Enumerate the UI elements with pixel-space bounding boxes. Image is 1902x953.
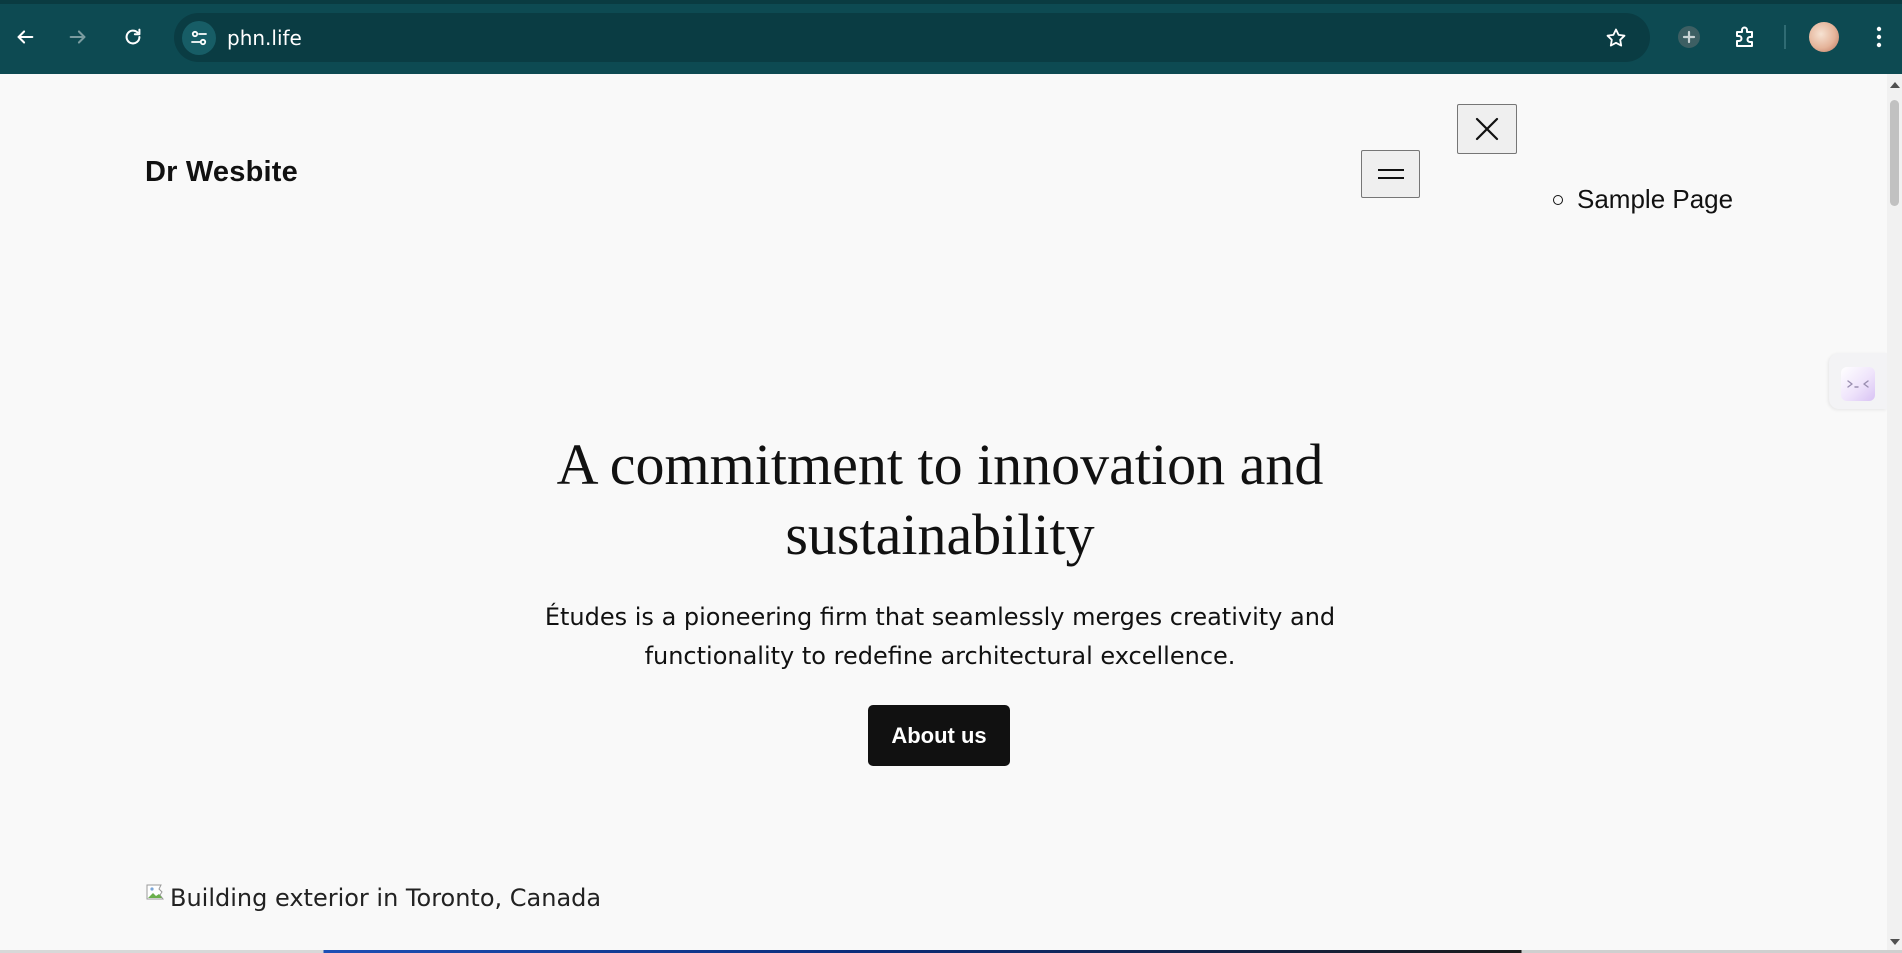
site-info-button[interactable] <box>182 21 216 55</box>
broken-image-icon <box>146 884 164 900</box>
hamburger-icon <box>1377 169 1404 179</box>
primary-navigation: Sample Page <box>1553 184 1733 215</box>
url-text[interactable]: phn.life <box>227 26 302 50</box>
side-widget[interactable] <box>1829 353 1887 409</box>
list-bullet <box>1553 194 1563 205</box>
hero-image: Building exterior in Toronto, Canada <box>145 882 601 912</box>
browser-menu-button[interactable] <box>1862 20 1896 54</box>
profile-avatar[interactable] <box>1809 22 1839 52</box>
extension-add-button[interactable] <box>1672 20 1706 54</box>
kebab-menu-icon <box>1876 26 1882 48</box>
about-us-button[interactable]: About us <box>868 705 1010 766</box>
menu-close-button[interactable] <box>1457 104 1517 154</box>
reload-icon <box>125 28 141 45</box>
nav-link-sample-page[interactable]: Sample Page <box>1577 184 1733 215</box>
extensions-button[interactable] <box>1728 20 1762 54</box>
nav-item-sample-page: Sample Page <box>1553 184 1733 215</box>
web-page: Dr Wesbite Sample Page A commitment to i… <box>0 74 1887 953</box>
assistant-widget-icon <box>1841 367 1875 401</box>
image-alt-text: Building exterior in Toronto, Canada <box>170 884 602 912</box>
hero-subheading: Études is a pioneering firm that seamles… <box>544 603 1336 670</box>
arrow-right-icon <box>69 30 86 44</box>
forward-button[interactable] <box>61 20 95 54</box>
hero-heading: A commitment to innovation and sustainab… <box>556 432 1324 567</box>
page-scrollbar[interactable] <box>1887 74 1902 953</box>
star-icon <box>1606 28 1626 47</box>
site-title[interactable]: Dr Wesbite <box>145 156 298 189</box>
browser-toolbar: phn.life <box>0 0 1902 74</box>
toolbar-divider <box>1784 25 1786 49</box>
arrow-left-icon <box>17 30 34 44</box>
scroll-thumb[interactable] <box>1890 100 1899 206</box>
menu-open-button[interactable] <box>1361 150 1420 198</box>
reload-button[interactable] <box>116 20 150 54</box>
scroll-down-arrow-icon[interactable] <box>1890 939 1900 945</box>
plus-circle-icon <box>1678 26 1700 48</box>
close-icon <box>1475 117 1499 141</box>
bookmark-button[interactable] <box>1602 24 1630 52</box>
scroll-up-arrow-icon[interactable] <box>1890 82 1900 88</box>
tab-strip-edge <box>0 0 1902 4</box>
back-button[interactable] <box>8 20 42 54</box>
puzzle-icon <box>1736 26 1753 47</box>
tune-icon <box>191 30 207 46</box>
address-bar[interactable]: phn.life <box>174 13 1650 62</box>
